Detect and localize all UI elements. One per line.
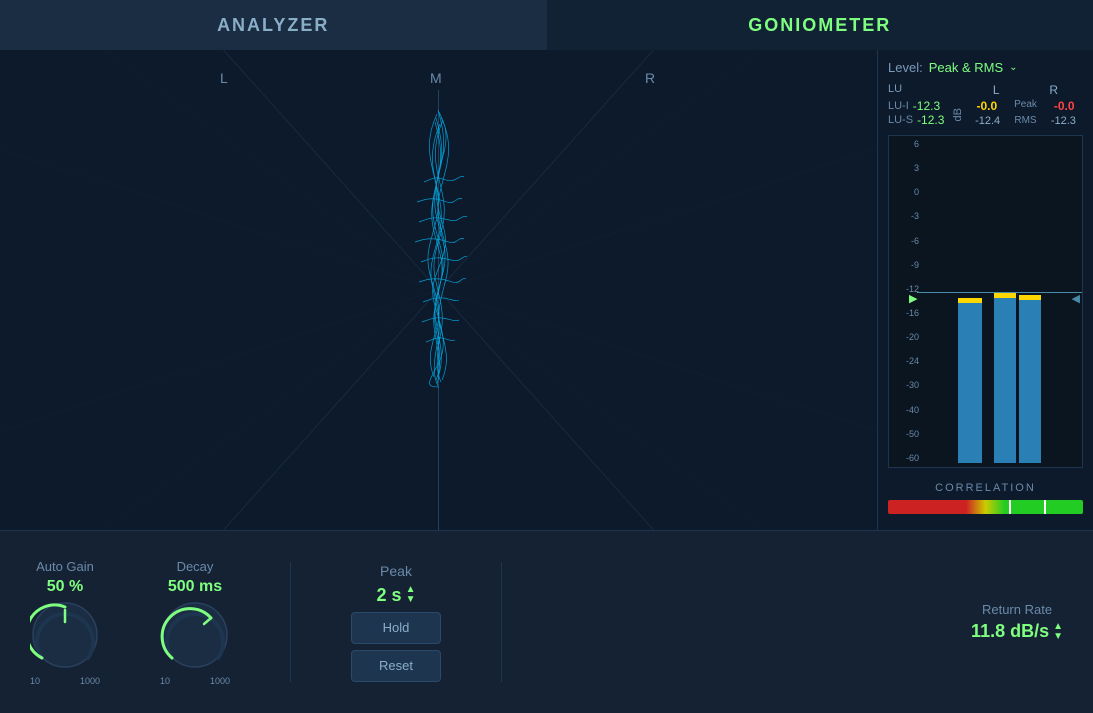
scale-neg60: -60	[891, 454, 919, 463]
lu-section: LU LU-I -12.3 LU-S -12.3	[888, 83, 948, 127]
scale-neg9: -9	[891, 261, 919, 270]
separator-1	[290, 562, 291, 682]
lui-value: -12.3	[913, 99, 940, 113]
lr-peak-vals: -0.0 Peak -0.0	[968, 99, 1083, 113]
separator-2	[501, 562, 502, 682]
return-up-icon[interactable]: ▲	[1053, 622, 1063, 632]
scale-neg3: -3	[891, 212, 919, 221]
lr-headers: L R	[968, 83, 1083, 97]
auto-gain-max: 1000	[80, 676, 100, 686]
auto-gain-value: 50 %	[47, 578, 83, 596]
lr-rms-row: -12.4 RMS -12.3	[968, 115, 1083, 127]
correlation-section: CORRELATION	[888, 476, 1083, 520]
peak-value: 2 s	[377, 585, 402, 606]
decay-group: Decay 500 ms 10 1000	[160, 559, 230, 686]
tab-analyzer-label: ANALYZER	[217, 15, 329, 36]
return-rate-label: Return Rate	[982, 602, 1052, 617]
correlation-indicator-2	[1044, 500, 1046, 514]
l-bar-wrapper	[994, 293, 1016, 463]
correlation-indicator-1	[1009, 500, 1011, 514]
bottom-panel: Auto Gain 50 % 10 1000 Decay 500 ms	[0, 530, 1093, 713]
lus-value: -12.3	[917, 113, 944, 127]
lu-bar	[958, 298, 982, 463]
auto-gain-scale: 10 1000	[30, 676, 100, 686]
peak-section: Peak 2 s ▲ ▼ Hold Reset	[351, 563, 441, 682]
scale-6: 6	[891, 140, 919, 149]
lu-title: LU	[888, 83, 948, 95]
peak-stepper[interactable]: ▲ ▼	[406, 585, 416, 605]
tab-goniometer-label: GONIOMETER	[748, 15, 891, 36]
level-mode[interactable]: Peak & RMS	[929, 60, 1003, 75]
peak-label-small: Peak	[1014, 99, 1037, 113]
lr-section: L R -0.0 Peak -0.0 -12.4 RMS -12.3	[968, 83, 1083, 127]
scale-neg16: -16	[891, 309, 919, 318]
auto-gain-label: Auto Gain	[36, 559, 94, 574]
r-header: R	[1049, 83, 1058, 97]
r-bar-peak	[1019, 295, 1041, 300]
header: ANALYZER GONIOMETER	[0, 0, 1093, 50]
r-bar-wrapper	[1019, 295, 1041, 463]
right-panel: Level: Peak & RMS ⌄ LU LU-I -12.3 LU-S -…	[878, 50, 1093, 530]
rms-label-small: RMS	[1014, 115, 1036, 127]
correlation-label: CORRELATION	[888, 482, 1083, 494]
l-bar	[994, 293, 1016, 463]
scale-neg6: -6	[891, 237, 919, 246]
decay-scale: 10 1000	[160, 676, 230, 686]
threshold-arrow-icon: ▶	[909, 292, 917, 305]
r-bar	[1019, 295, 1041, 463]
return-down-icon[interactable]: ▼	[1053, 632, 1063, 642]
decay-value: 500 ms	[168, 578, 222, 596]
lui-label: LU-I	[888, 100, 909, 112]
hold-button[interactable]: Hold	[351, 612, 441, 644]
scale-neg30: -30	[891, 381, 919, 390]
auto-gain-knob[interactable]	[30, 600, 100, 670]
scale-0: 0	[891, 188, 919, 197]
reset-button[interactable]: Reset	[351, 650, 441, 682]
return-rate-value: 11.8 dB/s	[971, 621, 1049, 642]
tab-analyzer[interactable]: ANALYZER	[0, 0, 547, 50]
scale-neg50: -50	[891, 430, 919, 439]
return-rate-section: Return Rate 11.8 dB/s ▲ ▼	[971, 602, 1063, 642]
vu-meter: 6 3 0 -3 -6 -9 -12 -16 -20 -24 -30 -40 -…	[888, 135, 1083, 468]
l-header: L	[993, 83, 1000, 97]
decay-max: 1000	[210, 676, 230, 686]
scale-neg40: -40	[891, 406, 919, 415]
l-peak-value: -0.0	[976, 99, 997, 113]
scale-3: 3	[891, 164, 919, 173]
threshold-arrow-right-icon: ◀	[1072, 292, 1080, 305]
return-rate-wrapper: 11.8 dB/s ▲ ▼	[971, 621, 1063, 642]
level-label: Level:	[888, 60, 923, 75]
r-rms-value: -12.3	[1051, 115, 1076, 127]
tab-goniometer[interactable]: GONIOMETER	[547, 0, 1093, 50]
r-peak-value: -0.0	[1054, 99, 1075, 113]
decay-knob[interactable]	[160, 600, 230, 670]
return-rate-stepper[interactable]: ▲ ▼	[1053, 622, 1063, 642]
analyzer-display: L M R	[0, 50, 878, 530]
lus-row: LU-S -12.3	[888, 113, 948, 127]
auto-gain-min: 10	[30, 676, 40, 686]
scale-neg20: -20	[891, 333, 919, 342]
db-label: dB	[952, 108, 964, 121]
peak-val-wrapper: 2 s ▲ ▼	[377, 585, 416, 606]
level-header: Level: Peak & RMS ⌄	[888, 60, 1083, 75]
lu-bar-wrapper	[958, 298, 982, 463]
peak-down-icon[interactable]: ▼	[406, 595, 416, 605]
main-area: L M R	[0, 50, 1093, 530]
scale-neg24: -24	[891, 357, 919, 366]
goniometer-signal	[379, 102, 499, 382]
l-rms-value: -12.4	[975, 115, 1000, 127]
auto-gain-group: Auto Gain 50 % 10 1000	[30, 559, 100, 686]
decay-label: Decay	[177, 559, 214, 574]
decay-min: 10	[160, 676, 170, 686]
peak-label-main: Peak	[380, 563, 412, 579]
vu-bars	[958, 136, 1041, 463]
lui-row: LU-I -12.3	[888, 99, 948, 113]
l-bar-peak	[994, 293, 1016, 298]
correlation-bar	[888, 500, 1083, 514]
meters-header: LU LU-I -12.3 LU-S -12.3 dB L R -0.0	[888, 83, 1083, 127]
lus-label: LU-S	[888, 114, 913, 126]
level-chevron-icon[interactable]: ⌄	[1009, 62, 1017, 73]
lu-bar-peak	[958, 298, 982, 303]
